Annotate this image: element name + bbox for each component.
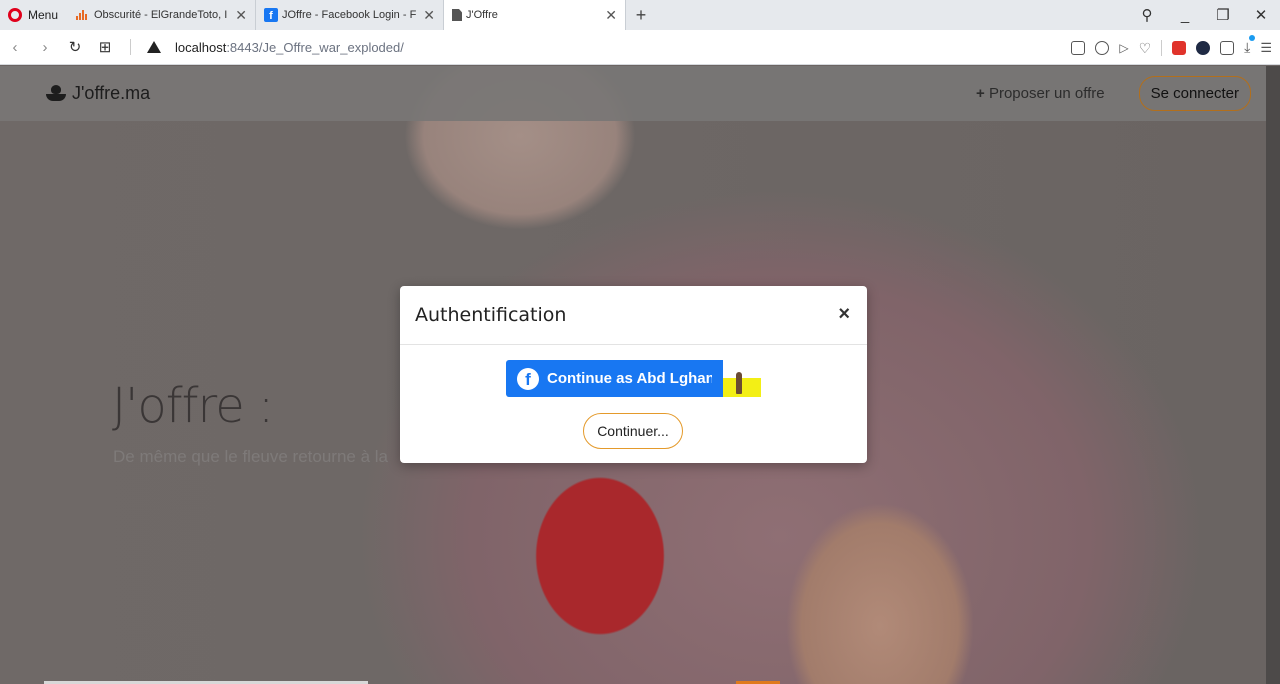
minimize-icon[interactable]: _ bbox=[1166, 7, 1204, 24]
menu-label: Menu bbox=[28, 8, 59, 22]
hand-heart-icon bbox=[46, 84, 68, 103]
modal-title: Authentification bbox=[415, 304, 567, 326]
close-tab-icon[interactable]: ✕ bbox=[423, 7, 435, 24]
download-icon[interactable]: ⤓ bbox=[1244, 35, 1256, 56]
login-button[interactable]: Se connecter bbox=[1138, 76, 1251, 111]
propose-offer-label: Proposer un offre bbox=[988, 85, 1105, 102]
facebook-icon: f bbox=[264, 8, 278, 22]
document-icon bbox=[452, 9, 462, 21]
deezer-icon bbox=[76, 10, 90, 20]
close-window-icon[interactable]: ✕ bbox=[1242, 6, 1280, 24]
tab-joffre[interactable]: J'Offre ✕ bbox=[444, 0, 626, 30]
restore-icon[interactable]: ❐ bbox=[1204, 6, 1242, 24]
auth-modal: Authentification × f Continue as Abd Lgh… bbox=[400, 286, 867, 463]
facebook-profile-avatar bbox=[723, 360, 761, 397]
forward-icon[interactable]: › bbox=[30, 39, 60, 56]
page-scrollbar[interactable] bbox=[1266, 66, 1280, 684]
plus-icon: + bbox=[976, 85, 985, 102]
site-navbar: J'offre.ma + Proposer un offre Se connec… bbox=[0, 66, 1266, 121]
modal-body: f Continue as Abd Lghani Continuer... bbox=[400, 345, 867, 463]
window-controls: ⚲ _ ❐ ✕ bbox=[1128, 0, 1280, 30]
tab-title: JOffre - Facebook Login - F bbox=[282, 9, 417, 21]
speed-dial-icon[interactable]: ⊞ bbox=[90, 38, 120, 56]
easy-setup-icon[interactable]: ☰ bbox=[1260, 40, 1272, 56]
url-host: localhost bbox=[175, 39, 227, 55]
hero-title: J'offre : bbox=[112, 378, 274, 434]
divider bbox=[1161, 39, 1163, 56]
new-tab-button[interactable]: + bbox=[626, 0, 656, 30]
address-bar: ‹ › ↻ ⊞ localhost:8443/Je_Offre_war_expl… bbox=[0, 30, 1280, 65]
tab-facebook-login[interactable]: f JOffre - Facebook Login - F ✕ bbox=[256, 0, 444, 30]
facebook-button-label: Continue as Abd Lghani bbox=[547, 370, 712, 387]
opera-logo-icon bbox=[8, 8, 22, 22]
hero-subtitle: De même que le fleuve retourne à la bbox=[113, 447, 388, 466]
account-icon[interactable] bbox=[1196, 40, 1211, 55]
tab-title: J'Offre bbox=[466, 9, 498, 21]
search-icon[interactable]: ⚲ bbox=[1128, 6, 1166, 24]
insecure-warning-icon[interactable] bbox=[147, 41, 161, 53]
tab-deezer[interactable]: Obscurité - ElGrandeToto, I ✕ bbox=[68, 0, 256, 30]
heart-icon[interactable]: ♡ bbox=[1139, 41, 1152, 55]
facebook-logo-icon: f bbox=[517, 367, 539, 390]
browser-tab-bar: Menu Obscurité - ElGrandeToto, I ✕ f JOf… bbox=[0, 0, 1280, 30]
reload-icon[interactable]: ↻ bbox=[60, 38, 90, 56]
back-icon[interactable]: ‹ bbox=[0, 39, 30, 56]
send-icon[interactable]: ▷ bbox=[1119, 41, 1128, 55]
continue-button[interactable]: Continuer... bbox=[583, 413, 683, 449]
tab-title: Obscurité - ElGrandeToto, I bbox=[94, 9, 228, 21]
toolbar-extensions: ▷ ♡ ⤓ ☰ bbox=[1071, 30, 1272, 65]
close-tab-icon[interactable]: ✕ bbox=[235, 7, 247, 24]
divider bbox=[130, 39, 131, 55]
site-brand[interactable]: J'offre.ma bbox=[46, 83, 150, 104]
brand-name: J'offre.ma bbox=[72, 83, 151, 103]
nav-actions: + Proposer un offre Se connecter bbox=[976, 66, 1251, 121]
url-path: :8443/Je_Offre_war_exploded/ bbox=[226, 39, 404, 55]
modal-header: Authentification × bbox=[400, 286, 867, 345]
password-extension-icon[interactable] bbox=[1172, 40, 1187, 55]
facebook-continue-button[interactable]: f Continue as Abd Lghani bbox=[506, 360, 723, 397]
propose-offer-link[interactable]: + Proposer un offre bbox=[976, 85, 1105, 102]
cube-icon[interactable] bbox=[1220, 40, 1235, 55]
opera-menu-button[interactable]: Menu bbox=[0, 0, 68, 30]
camera-icon[interactable] bbox=[1071, 40, 1086, 55]
url-field[interactable]: localhost:8443/Je_Offre_war_exploded/ bbox=[175, 40, 404, 55]
close-tab-icon[interactable]: ✕ bbox=[605, 7, 617, 24]
close-icon[interactable]: × bbox=[838, 304, 850, 324]
adblock-icon[interactable] bbox=[1095, 40, 1110, 55]
